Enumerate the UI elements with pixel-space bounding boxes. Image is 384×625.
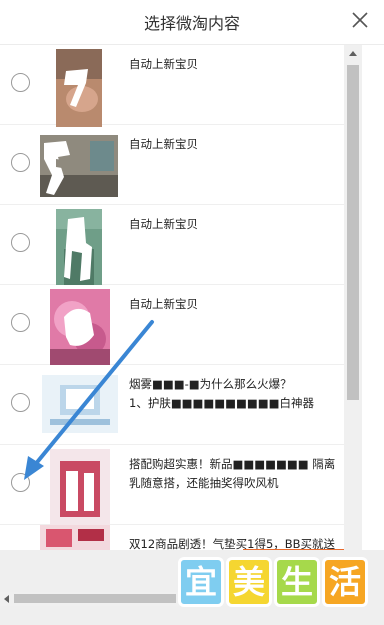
- item-text: 双12商品剧透！气垫买1得5，BB买就送: [129, 537, 336, 550]
- list-item[interactable]: 自动上新宝贝: [0, 45, 344, 127]
- radio-button[interactable]: [11, 393, 30, 412]
- watermark-char: 生: [274, 557, 320, 607]
- item-text: 自动上新宝贝: [129, 297, 198, 311]
- radio-button[interactable]: [11, 153, 30, 172]
- watermark-char: 美: [226, 557, 272, 607]
- radio-button[interactable]: [11, 233, 30, 252]
- horizontal-scroll-thumb[interactable]: [14, 594, 176, 603]
- radio-button[interactable]: [11, 73, 30, 92]
- dialog-title: 选择微淘内容: [143, 14, 240, 33]
- thumbnail-image: [56, 209, 102, 285]
- watermark-logo: 宜 美 生 活: [178, 557, 378, 611]
- scroll-left-icon[interactable]: [4, 595, 9, 603]
- vertical-scroll-thumb[interactable]: [347, 65, 359, 400]
- item-text: 自动上新宝贝: [129, 137, 198, 151]
- content-list: 自动上新宝贝 自动上新宝贝 自动上新宝贝 自动上新宝贝 烟雾■■■-■为什么那么…: [0, 45, 344, 550]
- thumbnail-image: [42, 375, 118, 433]
- item-text: 自动上新宝贝: [129, 57, 198, 71]
- list-item[interactable]: 双12商品剧透！气垫买1得5，BB买就送: [0, 525, 344, 550]
- radio-button[interactable]: [11, 313, 30, 332]
- watermark-char: 活: [322, 557, 368, 607]
- thumbnail-image: [40, 135, 118, 197]
- thumbnail-image: [56, 49, 102, 127]
- dialog-header: 选择微淘内容: [0, 0, 384, 45]
- list-item[interactable]: 烟雾■■■-■为什么那么火爆？ 1、护肤■■■■■■■■■■白神器: [0, 365, 344, 445]
- radio-button[interactable]: [11, 473, 30, 492]
- item-text: 烟雾■■■-■为什么那么火爆？ 1、护肤■■■■■■■■■■白神器: [129, 377, 314, 410]
- vertical-scrollbar[interactable]: [344, 45, 362, 550]
- item-text: 自动上新宝贝: [129, 217, 198, 231]
- scroll-up-icon[interactable]: [349, 51, 357, 56]
- thumbnail-image: [50, 449, 110, 525]
- item-text: 搭配购超实惠！新品■■■■■■■ 隔离乳随意搭，还能抽奖得吹风机: [129, 457, 336, 490]
- thumbnail-image: [50, 289, 110, 365]
- watermark-char: 宜: [178, 557, 224, 607]
- list-item[interactable]: 自动上新宝贝: [0, 125, 344, 205]
- list-item[interactable]: 搭配购超实惠！新品■■■■■■■ 隔离乳随意搭，还能抽奖得吹风机: [0, 445, 344, 525]
- close-icon[interactable]: [350, 10, 370, 30]
- list-item[interactable]: 自动上新宝贝: [0, 285, 344, 365]
- thumbnail-image: [40, 525, 110, 550]
- list-item[interactable]: 自动上新宝贝: [0, 205, 344, 285]
